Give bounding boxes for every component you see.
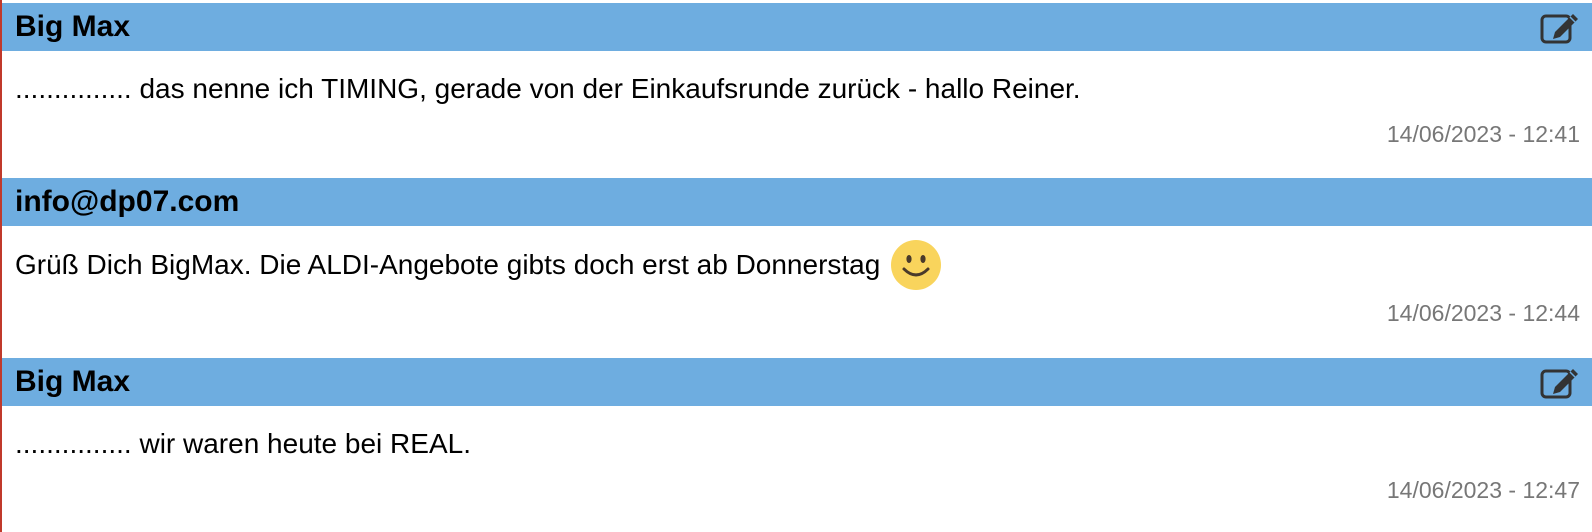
- post-message-text: ............... wir waren heute bei REAL…: [15, 428, 471, 459]
- post-message-text: ............... das nenne ich TIMING, ge…: [15, 73, 1081, 104]
- post-author: info@dp07.com: [15, 185, 240, 218]
- post-message: ............... das nenne ich TIMING, ge…: [15, 72, 1081, 106]
- guestbook-page: Big Max ............... das nenne ich TI…: [0, 0, 1592, 532]
- post-message: Grüß Dich BigMax. Die ALDI-Angebote gibt…: [15, 239, 942, 291]
- edit-icon[interactable]: [1540, 365, 1580, 401]
- post-message: ............... wir waren heute bei REAL…: [15, 427, 471, 461]
- post-message-text: Grüß Dich BigMax. Die ALDI-Angebote gibt…: [15, 249, 881, 280]
- post-entry: Big Max ............... wir waren heute …: [2, 358, 1592, 528]
- edit-icon[interactable]: [1540, 10, 1580, 46]
- post-timestamp: 14/06/2023 - 12:47: [1386, 477, 1580, 503]
- post-header: Big Max: [2, 3, 1592, 51]
- post-entry: info@dp07.com Grüß Dich BigMax. Die ALDI…: [2, 178, 1592, 354]
- post-header: info@dp07.com: [2, 178, 1592, 226]
- post-entry: Big Max ............... das nenne ich TI…: [2, 3, 1592, 173]
- post-timestamp: 14/06/2023 - 12:44: [1386, 300, 1580, 326]
- post-timestamp: 14/06/2023 - 12:41: [1386, 121, 1580, 147]
- post-header: Big Max: [2, 358, 1592, 406]
- post-author: Big Max: [15, 365, 131, 398]
- post-author: Big Max: [15, 10, 131, 43]
- smiley-face-icon: [890, 239, 942, 291]
